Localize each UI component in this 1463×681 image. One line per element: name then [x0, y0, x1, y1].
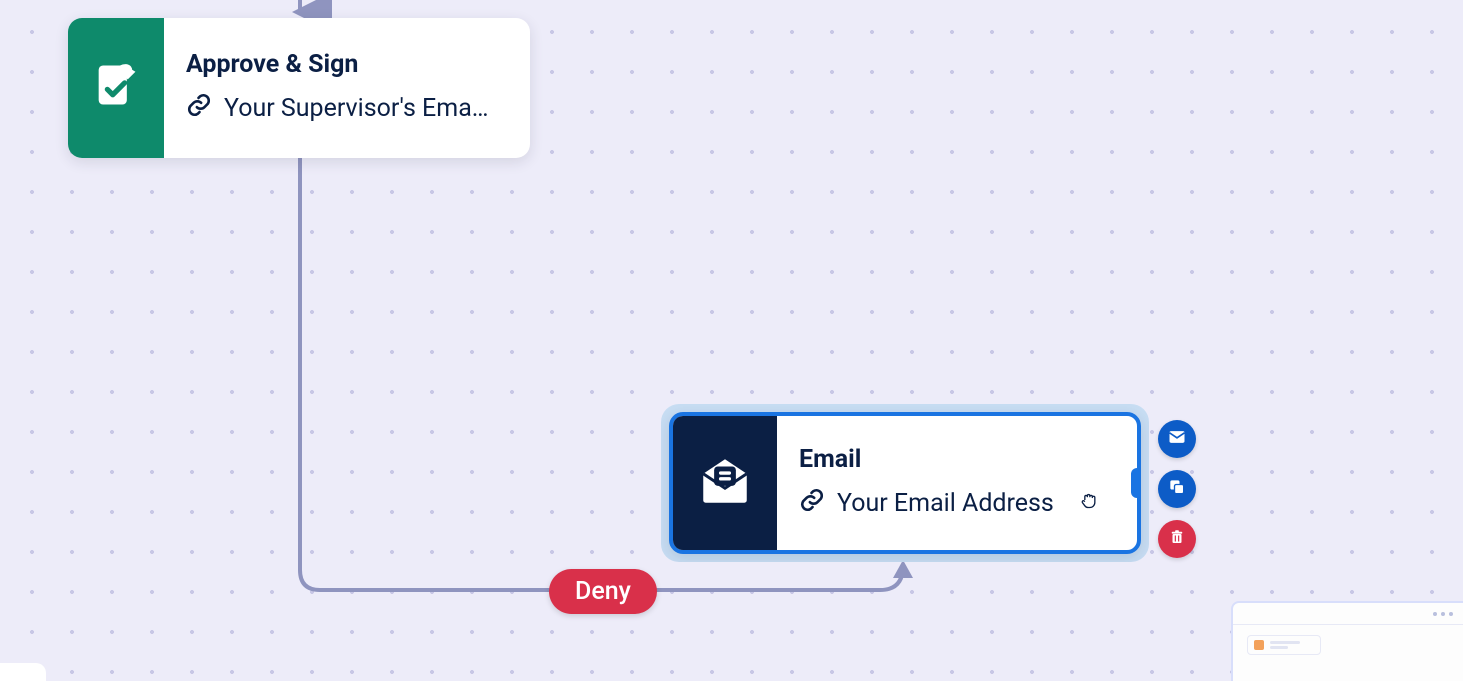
node-approve-detail: Your Supervisor's Ema… — [224, 94, 489, 123]
workflow-canvas[interactable]: Approve & Sign Your Supervisor's Ema… — [0, 0, 1463, 681]
envelope-open-icon — [696, 452, 754, 514]
edge-label-deny[interactable]: Deny — [549, 569, 657, 614]
document-sign-icon — [90, 59, 142, 118]
link-icon — [799, 487, 825, 520]
envelope-icon — [1167, 427, 1187, 451]
node-approve-title: Approve & Sign — [186, 51, 489, 79]
minimap-titlebar — [1233, 603, 1463, 625]
selection-handle[interactable] — [1131, 468, 1141, 498]
link-icon — [186, 92, 212, 125]
node-email-detail: Your Email Address — [837, 489, 1054, 518]
node-actions — [1158, 420, 1196, 558]
delete-action-button[interactable] — [1158, 520, 1196, 558]
copy-action-button[interactable] — [1158, 470, 1196, 508]
node-email-title: Email — [799, 446, 1054, 474]
node-email-icon-col — [673, 416, 777, 550]
trash-icon — [1168, 528, 1186, 550]
email-action-button[interactable] — [1158, 420, 1196, 458]
minimap-panel — [1247, 635, 1321, 655]
node-approve-icon-col — [68, 18, 164, 158]
copy-icon — [1167, 477, 1187, 501]
node-email[interactable]: Email Your Email Address — [661, 404, 1149, 562]
minimap-window[interactable] — [1231, 601, 1463, 681]
node-approve-sign[interactable]: Approve & Sign Your Supervisor's Ema… — [68, 18, 530, 158]
bottom-left-shape — [0, 663, 46, 681]
